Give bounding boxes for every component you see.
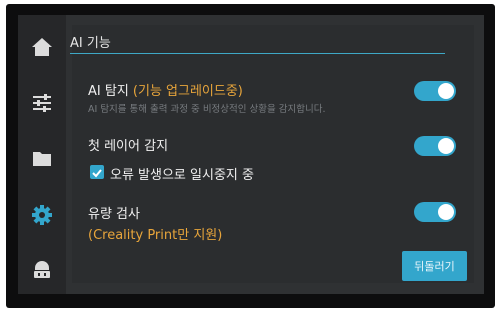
flow-check-toggle[interactable] [414, 202, 456, 222]
back-button[interactable]: 뒤돌러기 [402, 251, 467, 281]
toggle-knob [438, 138, 454, 154]
toggle-knob [438, 204, 454, 220]
ai-detect-row-label: AI 탐지 (기능 업그레이드중) [88, 80, 243, 99]
flow-check-label: 유량 검사 [88, 207, 140, 222]
pause-on-error-label: 오류 발생으로 일시중지 중 [110, 168, 254, 183]
folder-icon [33, 152, 51, 166]
sidebar [18, 15, 66, 294]
sidebar-item-home[interactable] [18, 27, 66, 67]
sidebar-item-adjust[interactable] [18, 83, 66, 123]
robot-icon [34, 261, 50, 278]
check-icon [92, 169, 102, 178]
first-layer-toggle[interactable] [414, 136, 456, 156]
section-divider [70, 53, 445, 54]
ai-detect-upgrade-note: (기능 업그레이드중) [132, 84, 243, 99]
ai-detect-label: AI 탐지 [88, 84, 129, 99]
pause-on-error-checkbox[interactable] [90, 165, 104, 179]
ai-detect-description: AI 탐지를 통해 출력 과정 중 비정상적인 상황을 감지합니다. [88, 104, 326, 115]
sliders-icon [33, 94, 51, 112]
sidebar-item-files[interactable] [18, 139, 66, 179]
settings-panel [72, 25, 474, 283]
home-icon [32, 38, 52, 56]
flow-check-support-note: (Creality Print만 지원) [88, 228, 223, 243]
section-title: AI 기능 [70, 36, 111, 51]
gear-icon [32, 205, 52, 225]
sidebar-item-ai[interactable] [18, 249, 66, 289]
first-layer-label: 첫 레이어 감지 [88, 139, 169, 154]
ai-detect-toggle[interactable] [414, 81, 456, 101]
toggle-knob [438, 83, 454, 99]
sidebar-item-settings[interactable] [18, 195, 66, 235]
